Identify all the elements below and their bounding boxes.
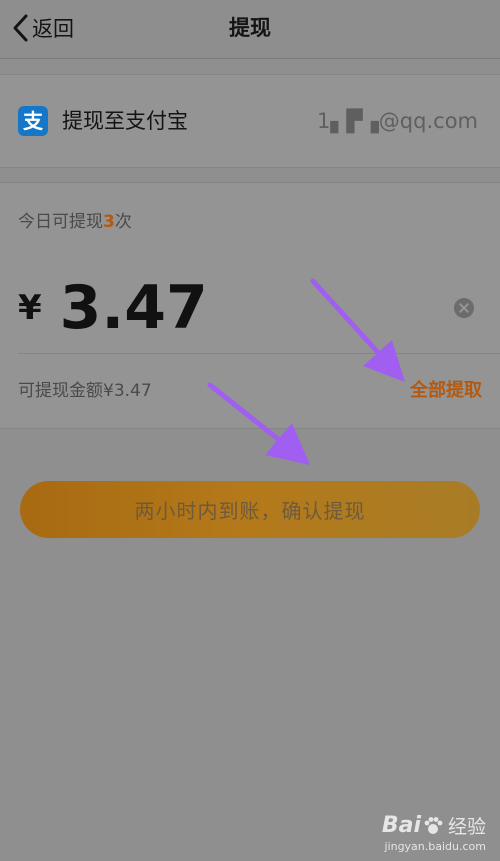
watermark-logo: Bai 经验	[382, 812, 486, 839]
alipay-account: 1▖▛▗@qq.com	[317, 109, 478, 133]
paw-icon	[424, 816, 443, 834]
alipay-icon: 支	[18, 106, 48, 136]
watermark-brand-suffix: 经验	[447, 816, 486, 838]
watermark-url: jingyan.baidu.com	[384, 840, 486, 853]
daily-limit-suffix: 次	[114, 212, 132, 232]
amount-input[interactable]: ¥ 3.47	[18, 273, 208, 343]
baidu-jingyan-watermark: Bai 经验 jingyan.baidu.com	[382, 812, 486, 853]
withdraw-screen: 返回 提现 支 提现至支付宝 1▖▛▗@qq.com 今日可提现3次 ¥ 3.4…	[0, 0, 500, 861]
available-amount-text: 可提现金额¥3.47	[18, 381, 152, 401]
currency-symbol: ¥	[18, 288, 42, 328]
daily-limit-count: 3	[103, 212, 115, 232]
confirm-withdraw-label: 两小时内到账，确认提现	[134, 499, 366, 523]
navigation-bar: 返回 提现	[0, 0, 500, 59]
page-title: 提现	[229, 16, 271, 40]
divider	[18, 353, 500, 354]
withdraw-target-label: 提现至支付宝	[62, 109, 188, 133]
amount-value[interactable]: 3.47	[60, 273, 208, 343]
watermark-brand: Bai	[381, 813, 421, 838]
daily-limit-prefix: 今日可提现	[18, 212, 103, 232]
daily-limit-text: 今日可提现3次	[18, 209, 132, 235]
clear-icon[interactable]	[454, 298, 474, 318]
confirm-withdraw-button[interactable]: 两小时内到账，确认提现	[20, 481, 480, 538]
alipay-icon-glyph: 支	[23, 109, 43, 133]
amount-card: 今日可提现3次 ¥ 3.47 可提现金额¥3.47 全部提取	[0, 182, 500, 429]
withdraw-target-row[interactable]: 支 提现至支付宝 1▖▛▗@qq.com	[0, 74, 500, 168]
withdraw-all-button[interactable]: 全部提取	[410, 377, 482, 405]
